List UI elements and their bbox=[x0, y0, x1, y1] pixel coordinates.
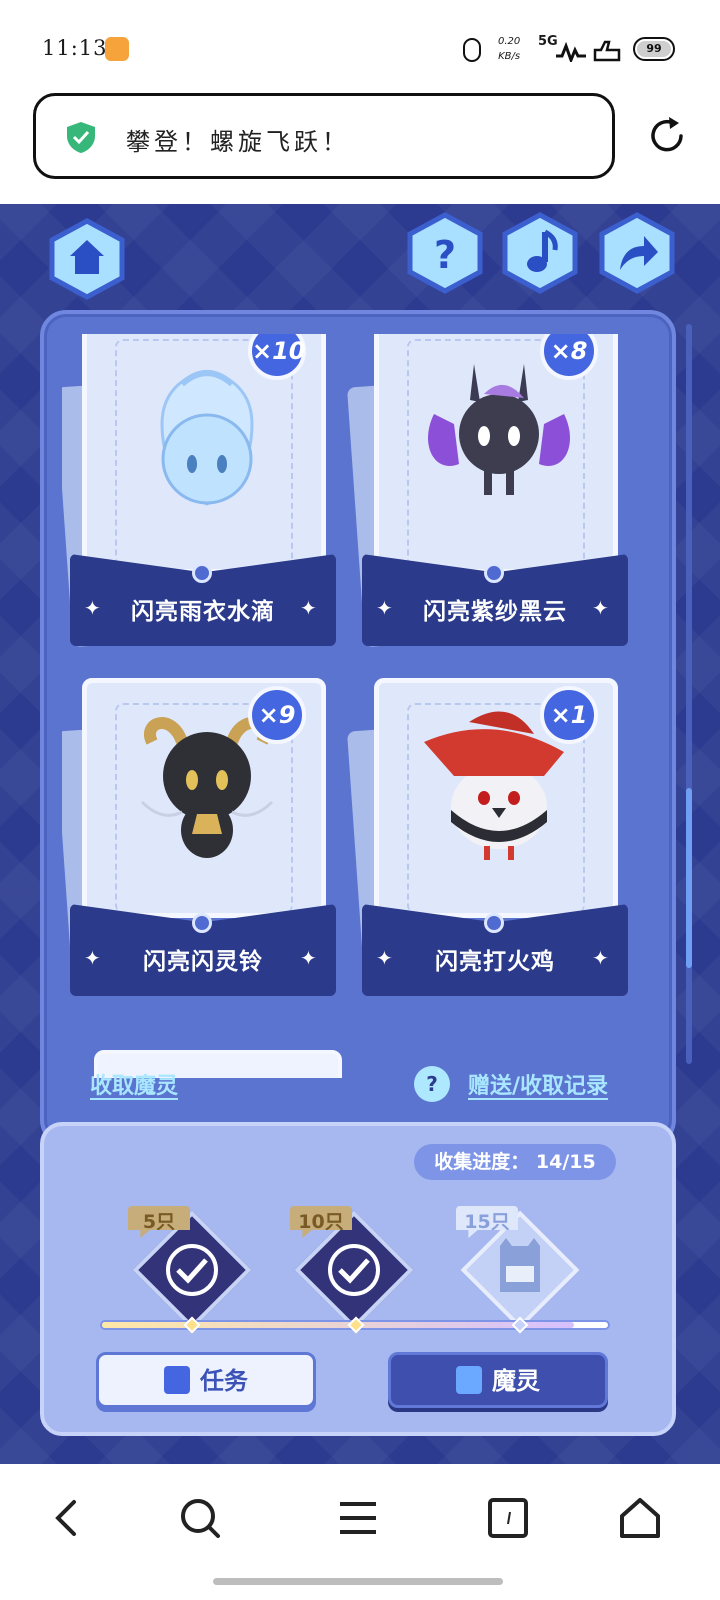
milestone-5[interactable]: 5只 bbox=[128, 1206, 252, 1330]
app-notification-icon bbox=[105, 37, 129, 61]
home-icon[interactable] bbox=[616, 1494, 664, 1542]
music-button[interactable] bbox=[499, 212, 581, 294]
home-indicator[interactable] bbox=[213, 1578, 503, 1585]
share-button[interactable] bbox=[596, 212, 678, 294]
task-icon bbox=[164, 1366, 190, 1394]
task-button[interactable]: 任务 bbox=[96, 1352, 316, 1408]
tabs-icon[interactable] bbox=[484, 1494, 532, 1542]
milestone-10[interactable]: 10只 bbox=[290, 1206, 414, 1330]
page-title: 攀登！螺旋飞跃！ bbox=[126, 128, 350, 156]
card-name: 闪亮紫纱黑云 bbox=[423, 599, 567, 625]
reload-icon[interactable] bbox=[645, 114, 689, 158]
card-pin bbox=[484, 913, 504, 933]
spirit-button[interactable]: 魔灵 bbox=[388, 1352, 608, 1408]
help-icon: ? bbox=[407, 212, 483, 294]
collection-panel: ×10 ✦ ✦ 闪亮雨衣水滴 ×8 ✦ ✦ 闪亮紫纱黑云 ×9 ✦ ✦ 闪亮闪灵… bbox=[40, 310, 676, 1146]
card-purple-veil-dark-cloud[interactable]: ×8 ✦ ✦ 闪亮紫纱黑云 bbox=[346, 334, 628, 664]
address-bar[interactable]: 攀登！螺旋飞跃！ bbox=[33, 93, 615, 179]
card-count-badge: ×9 bbox=[248, 686, 306, 744]
folder-icon bbox=[456, 1366, 482, 1394]
network-type: 5G bbox=[538, 34, 558, 49]
card-name: 闪亮雨衣水滴 bbox=[131, 599, 275, 625]
card-grid[interactable]: ×10 ✦ ✦ 闪亮雨衣水滴 ×8 ✦ ✦ 闪亮紫纱黑云 ×9 ✦ ✦ 闪亮闪灵… bbox=[62, 334, 652, 1078]
record-link[interactable]: 赠送/收取记录 bbox=[468, 1068, 608, 1100]
scrollbar-thumb[interactable] bbox=[686, 788, 692, 968]
signal-icon bbox=[556, 42, 586, 62]
record-help-icon[interactable]: ? bbox=[414, 1066, 450, 1102]
wifi-icon bbox=[593, 40, 621, 62]
milestone-15[interactable]: 15只 bbox=[456, 1206, 580, 1330]
progress-fill bbox=[102, 1322, 575, 1328]
battery-level: 99 bbox=[637, 41, 671, 57]
secure-shield-icon bbox=[67, 122, 95, 153]
status-time: 11:13 bbox=[42, 36, 108, 60]
collect-link[interactable]: 收取魔灵 bbox=[90, 1068, 178, 1100]
home-icon bbox=[49, 218, 125, 300]
card-flash-bell[interactable]: ×9 ✦ ✦ 闪亮闪灵铃 bbox=[62, 678, 336, 1008]
status-bar: 11:13 0.20 KB/s 5G 99 bbox=[0, 0, 720, 90]
card-fire-chicken[interactable]: ×1 ✦ ✦ 闪亮打火鸡 bbox=[346, 678, 628, 1008]
cat-food-bag-icon bbox=[500, 1238, 540, 1292]
card-name: 闪亮闪灵铃 bbox=[143, 949, 263, 975]
battery-icon: 99 bbox=[633, 37, 675, 61]
raincoat-droplet-image bbox=[160, 370, 254, 506]
music-icon bbox=[502, 212, 578, 294]
dark-cloud-image bbox=[428, 364, 570, 495]
share-icon bbox=[599, 212, 675, 294]
card-raincoat-droplet[interactable]: ×10 ✦ ✦ 闪亮雨衣水滴 bbox=[62, 334, 336, 664]
help-button[interactable]: ? bbox=[404, 212, 486, 294]
bluetooth-icon bbox=[463, 38, 481, 62]
network-speed: 0.20 KB/s bbox=[498, 34, 520, 64]
card-pin bbox=[484, 563, 504, 583]
task-button-label: 任务 bbox=[200, 1367, 248, 1395]
search-icon[interactable] bbox=[176, 1494, 224, 1542]
menu-icon[interactable] bbox=[334, 1494, 382, 1542]
svg-text:?: ? bbox=[434, 233, 456, 277]
check-icon bbox=[328, 1244, 380, 1296]
card-pin bbox=[192, 913, 212, 933]
check-icon bbox=[166, 1244, 218, 1296]
progress-label: 收集进度： 14/15 bbox=[414, 1144, 616, 1180]
back-icon[interactable] bbox=[44, 1494, 92, 1542]
speed-unit: KB/s bbox=[498, 51, 521, 62]
home-button[interactable] bbox=[46, 218, 128, 300]
speed-value: 0.20 bbox=[498, 36, 521, 47]
spirit-button-label: 魔灵 bbox=[492, 1367, 540, 1395]
card-name: 闪亮打火鸡 bbox=[435, 949, 555, 975]
card-count-badge: ×1 bbox=[540, 686, 598, 744]
card-pin bbox=[192, 563, 212, 583]
